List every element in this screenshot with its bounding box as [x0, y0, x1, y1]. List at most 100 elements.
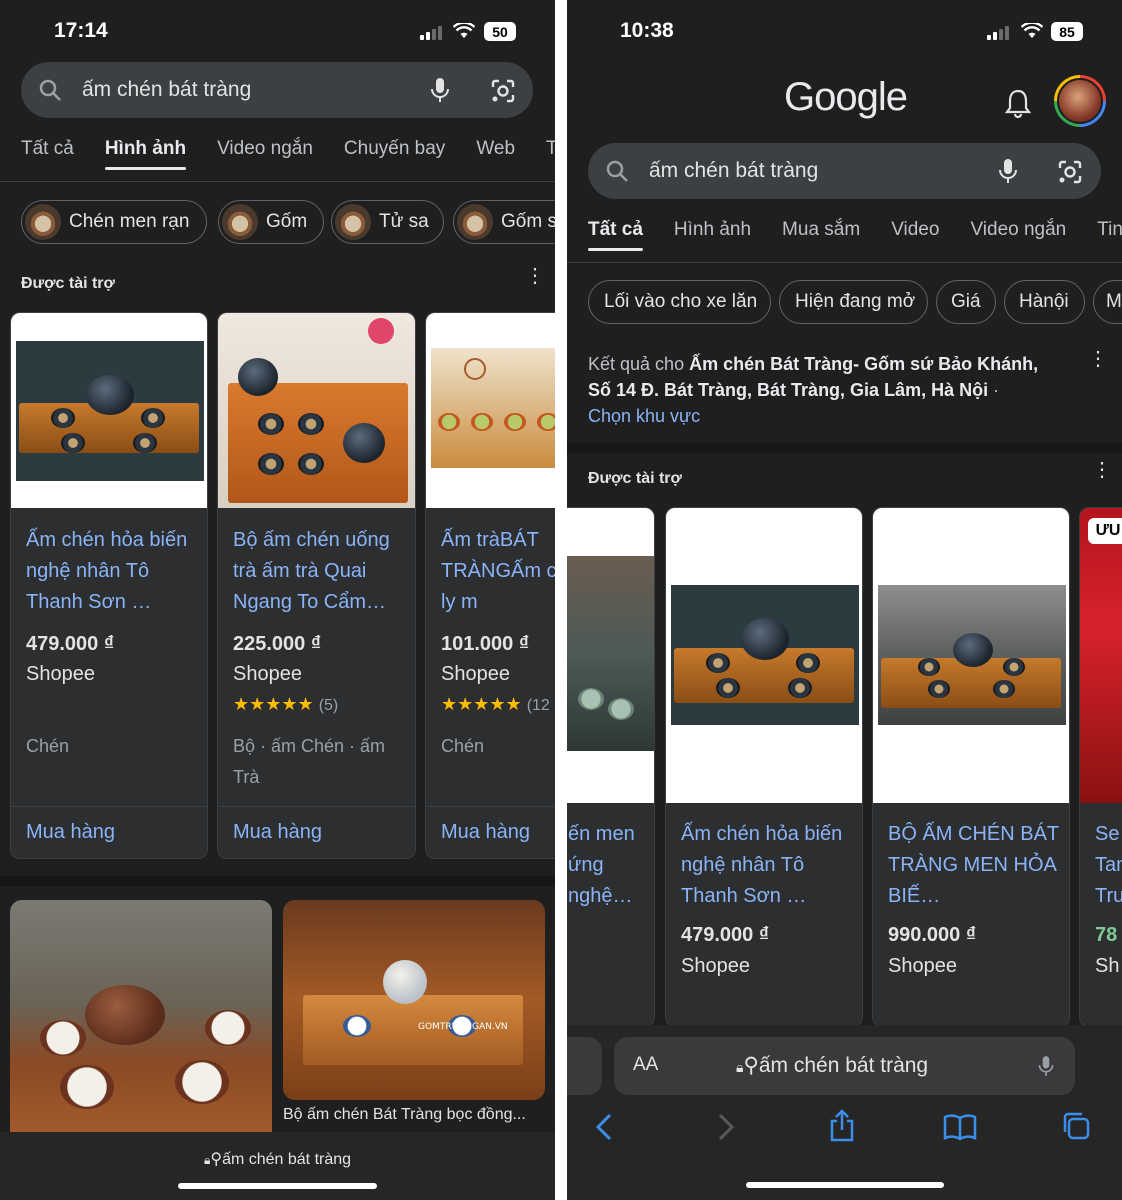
- text-size-button[interactable]: AA: [633, 1054, 658, 1076]
- chip-crackle-glaze[interactable]: Chén men rạn: [21, 200, 207, 244]
- image-caption[interactable]: Bộ ấm chén Bát Tràng bọc đồng...: [283, 1106, 526, 1124]
- product-card[interactable]: ến men ứng nghệ…: [567, 507, 655, 1027]
- product-title[interactable]: Ấm chén hỏa biến nghệ nhân Tô Thanh Sơn …: [26, 525, 201, 618]
- chip-yixing[interactable]: Tử sa: [331, 200, 444, 244]
- search-query[interactable]: ấm chén bát tràng: [649, 159, 818, 183]
- buy-button[interactable]: Mua hàng: [218, 806, 415, 858]
- product-image: [218, 313, 415, 508]
- tab-flights[interactable]: Chuyến bay: [344, 138, 445, 160]
- signal-icon: [420, 26, 442, 40]
- product-card[interactable]: BỘ ẤM CHÉN BÁT TRÀNG MEN HỎA BIẾ… 990.00…: [872, 507, 1070, 1027]
- mic-icon[interactable]: [429, 77, 451, 103]
- tabs-icon[interactable]: [1061, 1111, 1091, 1141]
- teapot: [86, 375, 134, 415]
- chip-more[interactable]: M: [1093, 280, 1122, 324]
- cup: [343, 1015, 371, 1037]
- search-bar[interactable]: ấm chén bát tràng: [588, 143, 1101, 199]
- chip-wheelchair-access[interactable]: Lối vào cho xe lăn: [588, 280, 771, 324]
- teapot: [238, 358, 278, 396]
- location-notice: Kết quả cho Ấm chén Bát Tràng- Gốm sứ Bả…: [588, 351, 1058, 429]
- search-icon: ⚲: [210, 1151, 223, 1168]
- tab-videos[interactable]: Video: [891, 219, 939, 241]
- tab-all[interactable]: Tất cả: [588, 219, 643, 251]
- home-indicator: [178, 1183, 377, 1189]
- chip-open-now[interactable]: Hiện đang mở: [779, 280, 928, 324]
- more-vert-icon[interactable]: ⋮: [525, 266, 545, 286]
- product-card[interactable]: Bộ ấm chén uống trà ấm trà Quai Ngang To…: [217, 312, 416, 859]
- google-logo[interactable]: Google: [784, 75, 908, 120]
- chip-pottery-2[interactable]: Gốm s: [453, 200, 555, 244]
- mic-icon[interactable]: [997, 158, 1019, 184]
- image-result[interactable]: [10, 900, 272, 1132]
- previous-tab-bar[interactable]: [567, 1037, 602, 1095]
- cup: [438, 413, 460, 431]
- more-vert-icon[interactable]: ⋮: [1092, 460, 1112, 480]
- url-text-row: 🔒︎⚲ấm chén bát tràng: [0, 1149, 555, 1169]
- more-vert-icon[interactable]: ⋮: [1088, 349, 1108, 369]
- rose-flower: [368, 318, 394, 344]
- tabs-divider: [567, 262, 1122, 263]
- image-result[interactable]: GOMTRUONGAN.VN: [283, 900, 545, 1100]
- choose-region-link[interactable]: Chọn khu vực: [588, 406, 700, 426]
- image-background: [567, 556, 654, 751]
- buy-button[interactable]: Mua hàng: [426, 806, 555, 858]
- cup: [537, 413, 555, 431]
- product-title[interactable]: Ấm tràBÁT TRÀNGẤm c tách trà, ly m: [441, 525, 555, 618]
- cup: [706, 653, 730, 673]
- home-indicator: [746, 1182, 944, 1188]
- product-card[interactable]: Ấm tràBÁT TRÀNGẤm c tách trà, ly m 101.0…: [425, 312, 555, 859]
- bottom-url-bar[interactable]: 🔒︎⚲ấm chén bát tràng: [0, 1132, 555, 1200]
- product-title[interactable]: Se Tan Tru: [1095, 819, 1122, 912]
- product-title[interactable]: Bộ ấm chén uống trà ấm trà Quai Ngang To…: [233, 525, 411, 618]
- product-rating: ★★★★★ (12: [441, 694, 550, 715]
- product-card[interactable]: ƯU Se Tan Tru 78 Sh: [1079, 507, 1122, 1027]
- address-bar[interactable]: AA 🔒︎⚲ấm chén bát tràng: [614, 1037, 1075, 1095]
- signal-icon: [987, 26, 1009, 40]
- tab-images[interactable]: Hình ảnh: [104, 138, 187, 170]
- bookmarks-icon[interactable]: [943, 1113, 977, 1141]
- product-price: 78: [1095, 924, 1118, 946]
- search-query[interactable]: ấm chén bát tràng: [82, 78, 251, 102]
- tab-short-videos[interactable]: Video ngắn: [970, 219, 1066, 241]
- tab-all[interactable]: Tất cả: [21, 138, 74, 160]
- chip-pottery[interactable]: Gốm: [218, 200, 324, 244]
- tab-web[interactable]: Web: [476, 138, 515, 160]
- share-icon[interactable]: [829, 1109, 855, 1143]
- bell-icon[interactable]: [1005, 88, 1031, 118]
- chip-thumbnail: [25, 204, 61, 240]
- back-icon[interactable]: [595, 1113, 613, 1141]
- product-title[interactable]: ến men ứng nghệ…: [568, 819, 654, 912]
- mic-icon[interactable]: [1037, 1054, 1055, 1078]
- chip-price[interactable]: Giá: [936, 280, 996, 324]
- product-card[interactable]: Ấm chén hỏa biến nghệ nhân Tô Thanh Sơn …: [10, 312, 208, 859]
- chip-thumbnail: [335, 204, 371, 240]
- status-time: 10:38: [620, 19, 674, 42]
- product-image: [11, 313, 207, 508]
- product-card[interactable]: Ấm chén hỏa biến nghệ nhân Tô Thanh Sơn …: [665, 507, 863, 1027]
- product-image: [666, 508, 862, 803]
- tab-images[interactable]: Hình ảnh: [674, 219, 751, 241]
- cup: [175, 1060, 229, 1104]
- lens-icon[interactable]: [490, 78, 516, 104]
- tab-news[interactable]: Tin: [1097, 219, 1122, 241]
- tab-shopping[interactable]: Mua sắm: [782, 219, 860, 241]
- chip-hanoi[interactable]: Hànội: [1004, 280, 1085, 324]
- buy-button[interactable]: Mua hàng: [11, 806, 207, 858]
- lens-icon[interactable]: [1057, 159, 1083, 185]
- tab-short-videos[interactable]: Video ngắn: [217, 138, 313, 160]
- image-watermark: GOMTRUONGAN.VN: [418, 1022, 508, 1032]
- tab-more[interactable]: Ta: [546, 138, 555, 160]
- forward-icon[interactable]: [717, 1113, 735, 1141]
- cup: [578, 688, 604, 710]
- cup: [51, 408, 75, 428]
- account-avatar[interactable]: [1054, 75, 1106, 127]
- product-rating: ★★★★★ (5): [233, 694, 338, 715]
- product-title[interactable]: BỘ ẤM CHÉN BÁT TRÀNG MEN HỎA BIẾ…: [888, 819, 1063, 912]
- product-title[interactable]: Ấm chén hỏa biến nghệ nhân Tô Thanh Sơn …: [681, 819, 856, 912]
- cup: [504, 413, 526, 431]
- cup: [608, 698, 634, 720]
- cup: [205, 1010, 251, 1046]
- rating-count: (12: [526, 697, 550, 714]
- url-text: ấm chén bát tràng: [758, 1054, 929, 1077]
- search-bar[interactable]: ấm chén bát tràng: [21, 62, 533, 118]
